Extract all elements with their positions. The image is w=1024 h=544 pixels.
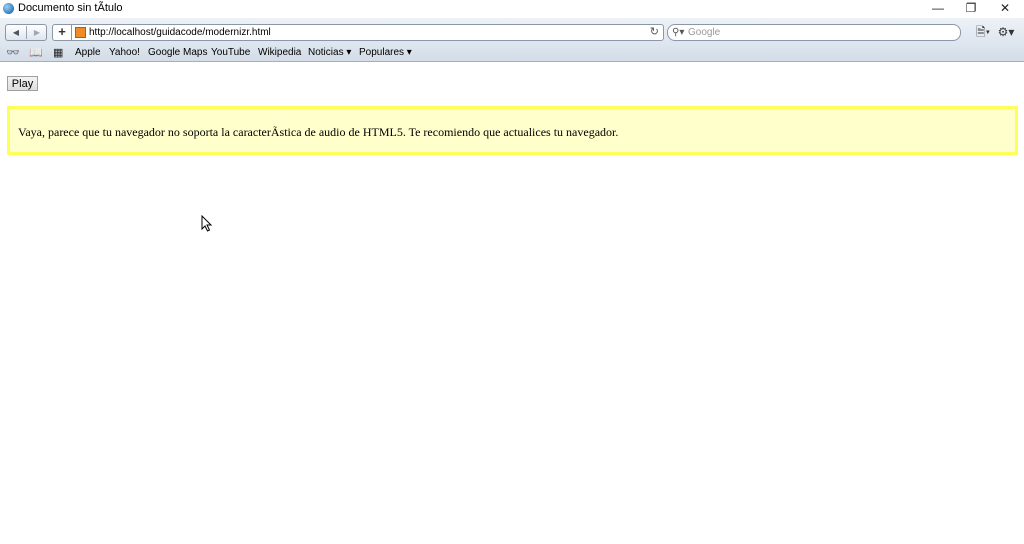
reload-button[interactable]: ↻ [650, 25, 659, 40]
search-placeholder: Google [688, 27, 721, 38]
search-field[interactable]: ⚲▾ Google [667, 24, 961, 41]
mouse-pointer-icon [201, 215, 213, 232]
bookmark-folder-noticias[interactable]: Noticias ▾ [308, 45, 351, 61]
browser-toolbar: ◀ ▶ + http://localhost/guidacode/moderni… [0, 18, 1024, 45]
bookmark-yahoo[interactable]: Yahoo! [109, 45, 140, 61]
close-button[interactable]: ✕ [988, 0, 1022, 18]
top-sites-grid-icon[interactable]: ▦ [53, 45, 63, 61]
bookmark-folder-populares[interactable]: Populares ▾ [359, 45, 412, 61]
audio-unsupported-warning: Vaya, parece que tu navegador no soporta… [7, 106, 1018, 155]
site-favicon-icon [75, 27, 86, 38]
play-button[interactable]: Play [7, 76, 38, 91]
bookmark-wikipedia[interactable]: Wikipedia [258, 45, 301, 61]
bookmark-apple[interactable]: Apple [75, 45, 101, 61]
bookmark-google-maps[interactable]: Google Maps [148, 45, 207, 61]
search-icon[interactable]: ⚲▾ [672, 25, 684, 40]
restore-button[interactable]: ❐ [954, 0, 988, 18]
settings-gear-icon[interactable]: ⚙▾ [996, 24, 1016, 40]
page-content: Play Vaya, parece que tu navegador no so… [0, 62, 1024, 544]
browser-globe-icon [3, 3, 14, 14]
bookmarks-bar: 👓 📖 ▦ Apple Yahoo! Google Maps YouTube W… [0, 45, 1024, 62]
bookmarks-book-icon[interactable]: 📖 [29, 45, 43, 61]
url-text[interactable]: http://localhost/guidacode/modernizr.htm… [89, 26, 271, 39]
warning-message: Vaya, parece que tu navegador no soporta… [18, 125, 619, 139]
add-bookmark-button[interactable]: + [53, 25, 72, 40]
reading-list-icon[interactable]: 👓 [6, 45, 20, 61]
minimize-button[interactable]: — [921, 0, 955, 18]
window-title-bar: Documento sin tÃ­tulo — ❐ ✕ [0, 0, 1024, 18]
window-title: Documento sin tÃ­tulo [18, 2, 123, 14]
forward-button[interactable]: ▶ [27, 25, 47, 40]
page-menu-icon[interactable]: 🗎▾ [973, 24, 993, 40]
bookmark-youtube[interactable]: YouTube [211, 45, 250, 61]
address-bar[interactable]: + http://localhost/guidacode/modernizr.h… [52, 24, 664, 41]
back-forward-group: ◀ ▶ [5, 24, 47, 41]
back-button[interactable]: ◀ [6, 25, 26, 40]
